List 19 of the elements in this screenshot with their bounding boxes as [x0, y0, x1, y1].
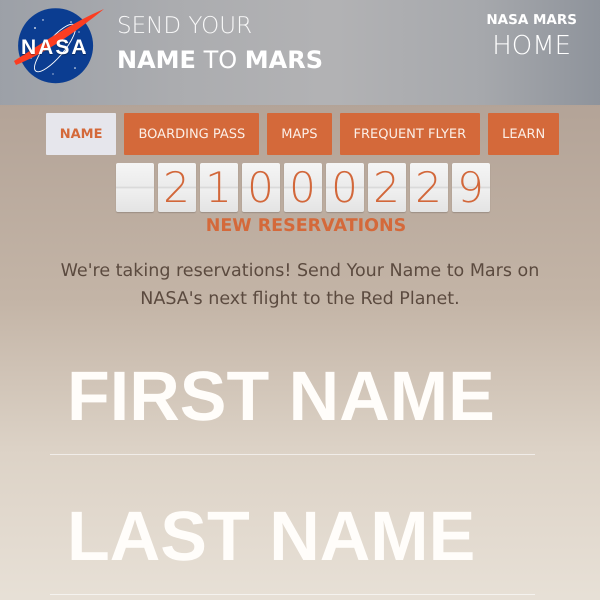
nav-tab[interactable]: FREQUENT FLYER — [340, 113, 480, 155]
page-title: SEND YOUR NAME TO MARS — [117, 12, 323, 76]
nav-tab[interactable]: MAPS — [267, 113, 332, 155]
counter-digit: 0 — [326, 163, 364, 212]
intro-text: We're taking reservations! Send Your Name to Mars on NASA's next flight to the Red Planet. — [60, 260, 540, 311]
home-link[interactable]: NASA MARS HOME — [486, 11, 577, 64]
counter-digit: 2 — [368, 163, 406, 212]
counter-digit: 2 — [410, 163, 448, 212]
first-name-field[interactable]: FIRST NAME — [50, 351, 535, 455]
counter-digit: 1 — [200, 163, 238, 212]
counter-digit: 0 — [242, 163, 280, 212]
counter-digit: 2 — [158, 163, 196, 212]
nav-tab[interactable]: BOARDING PASS — [124, 113, 260, 155]
nav-tab[interactable]: NAME — [46, 113, 116, 155]
nav-tab[interactable]: LEARN — [488, 113, 560, 155]
counter-digit: 9 — [452, 163, 490, 212]
counter-digit: 0 — [284, 163, 322, 212]
blank-counter-tile — [116, 163, 154, 212]
counter-label: NEW RESERVATIONS — [204, 216, 408, 236]
